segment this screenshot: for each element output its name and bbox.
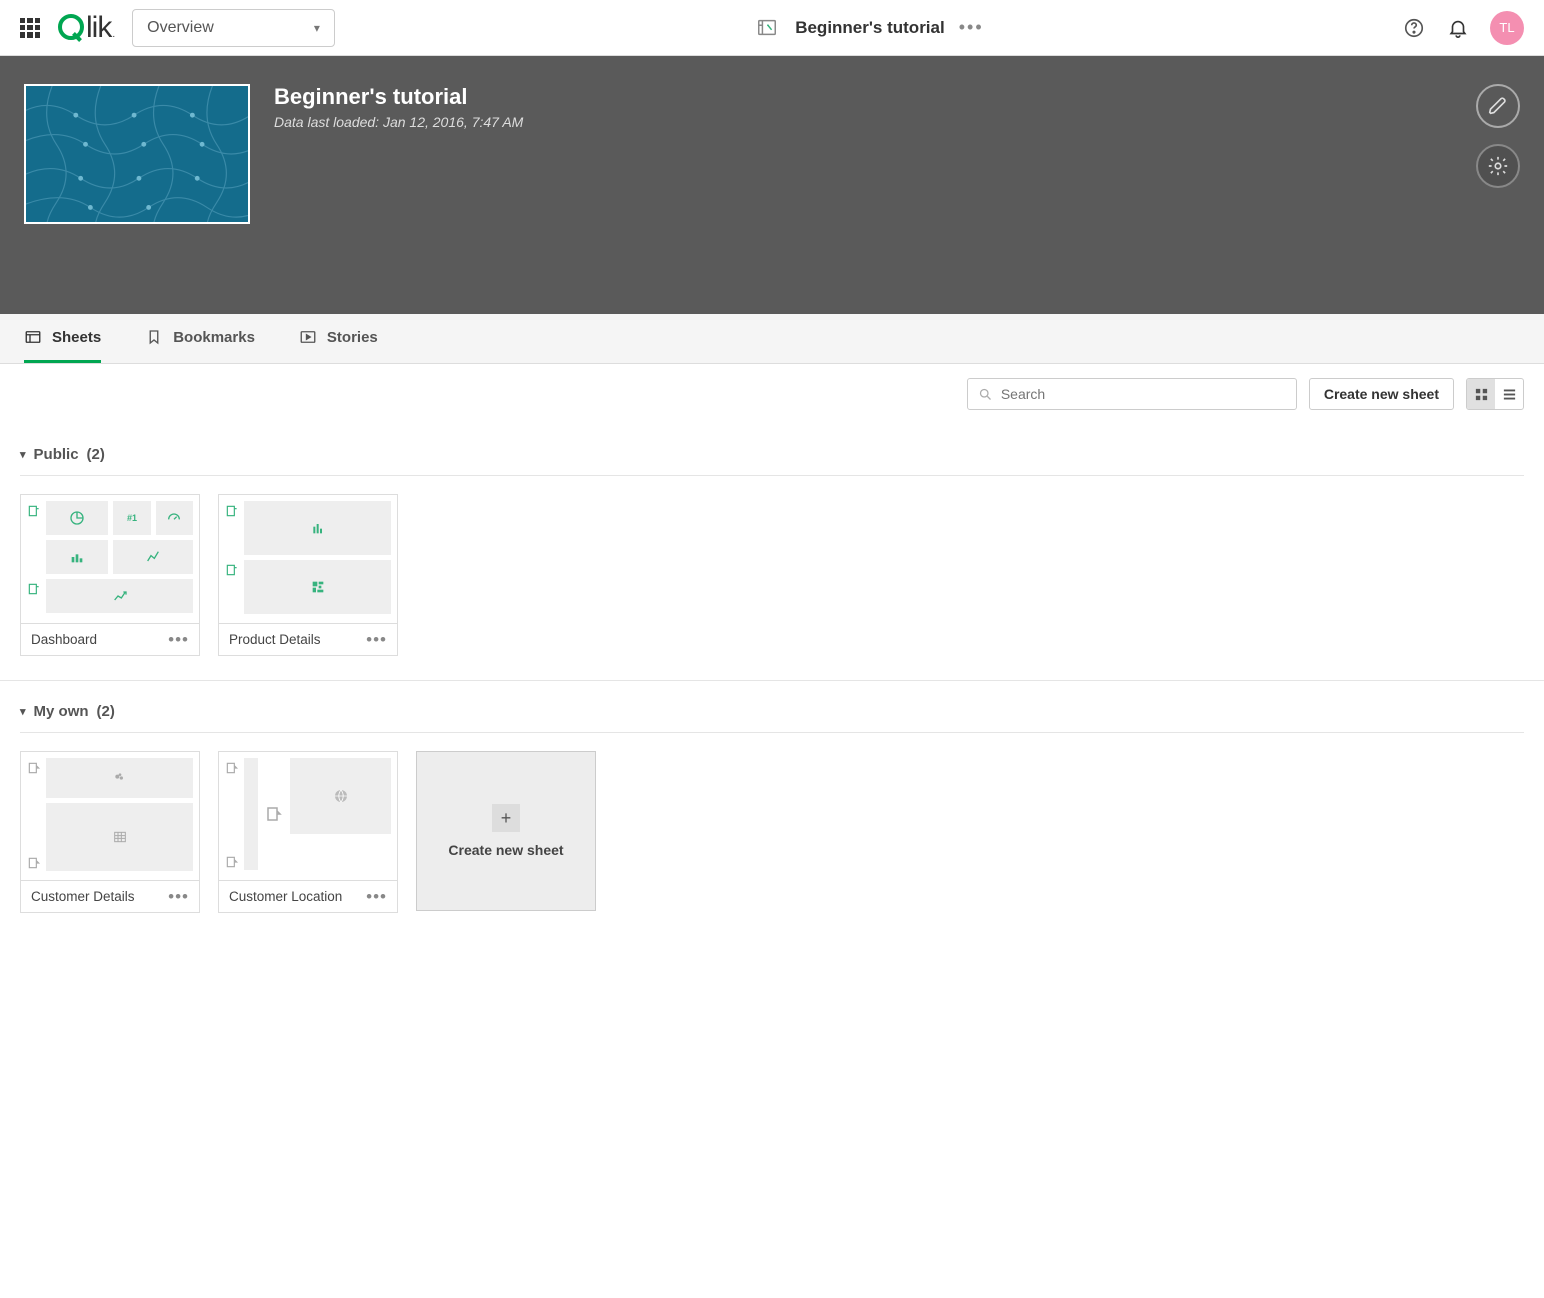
search-icon <box>978 387 993 402</box>
chevron-down-icon: ▾ <box>314 21 320 35</box>
logo-q-icon <box>58 14 84 40</box>
plus-icon: + <box>492 804 520 832</box>
sheet-card[interactable]: Customer Details ••• <box>20 751 200 913</box>
edit-button[interactable] <box>1476 84 1520 128</box>
myown-cards: Customer Details ••• Customer Location <box>20 733 1524 913</box>
tab-label: Stories <box>327 329 378 346</box>
sheet-preview <box>219 495 397 623</box>
grid-view-button[interactable] <box>1467 379 1495 409</box>
section-count: (2) <box>87 446 105 463</box>
list-view-button[interactable] <box>1495 379 1523 409</box>
app-overview-icon[interactable] <box>753 14 781 42</box>
section-public: ▾ Public (2) #1 <box>0 424 1544 680</box>
view-toggle <box>1466 378 1524 410</box>
card-footer: Dashboard ••• <box>21 623 199 655</box>
bell-icon[interactable] <box>1446 16 1470 40</box>
section-myown: ▾ My own (2) Customer Details ••• <box>0 681 1544 937</box>
create-sheet-button[interactable]: Create new sheet <box>1309 378 1454 410</box>
create-card-label: Create new sheet <box>448 842 563 858</box>
help-icon[interactable] <box>1402 16 1426 40</box>
public-cards: #1 Dashboard ••• <box>20 476 1524 656</box>
search-input[interactable] <box>1001 386 1286 402</box>
search-input-wrapper[interactable] <box>967 378 1297 410</box>
card-more-icon[interactable]: ••• <box>366 630 387 650</box>
app-title: Beginner's tutorial <box>795 18 945 38</box>
apps-grid-icon[interactable] <box>20 18 40 38</box>
section-header-public[interactable]: ▾ Public (2) <box>20 434 1524 476</box>
more-icon[interactable]: ••• <box>959 17 984 38</box>
hero-title: Beginner's tutorial <box>274 84 523 110</box>
tab-label: Sheets <box>52 329 101 346</box>
logo-text: lik <box>86 11 111 45</box>
hero-subtitle: Data last loaded: Jan 12, 2016, 7:47 AM <box>274 114 523 130</box>
tab-label: Bookmarks <box>173 329 255 346</box>
sheet-card[interactable]: Customer Location ••• <box>218 751 398 913</box>
section-count: (2) <box>97 703 115 720</box>
app-hero: Beginner's tutorial Data last loaded: Ja… <box>0 56 1544 314</box>
app-thumbnail[interactable] <box>24 84 250 224</box>
top-nav: lik. Overview ▾ Beginner's tutorial ••• … <box>0 0 1544 56</box>
content-tabs: Sheets Bookmarks Stories <box>0 314 1544 364</box>
tab-bookmarks[interactable]: Bookmarks <box>145 314 255 363</box>
card-footer: Customer Location ••• <box>219 880 397 912</box>
view-dropdown[interactable]: Overview ▾ <box>132 9 335 47</box>
user-avatar[interactable]: TL <box>1490 11 1524 45</box>
sheet-name: Dashboard <box>31 632 97 647</box>
sheet-preview: #1 <box>21 495 199 623</box>
sheet-toolbar: Create new sheet <box>0 364 1544 424</box>
sheet-preview <box>21 752 199 880</box>
card-more-icon[interactable]: ••• <box>168 887 189 907</box>
create-sheet-card[interactable]: + Create new sheet <box>416 751 596 911</box>
topbar-center: Beginner's tutorial ••• <box>353 14 1384 42</box>
tab-stories[interactable]: Stories <box>299 314 378 363</box>
sheet-card[interactable]: Product Details ••• <box>218 494 398 656</box>
section-label: My own <box>34 703 89 720</box>
sheet-preview <box>219 752 397 880</box>
qlik-logo[interactable]: lik. <box>58 11 114 45</box>
settings-button[interactable] <box>1476 144 1520 188</box>
section-header-myown[interactable]: ▾ My own (2) <box>20 691 1524 733</box>
hero-actions <box>1476 84 1520 188</box>
card-more-icon[interactable]: ••• <box>366 887 387 907</box>
topbar-right: TL <box>1402 11 1524 45</box>
sheet-name: Customer Details <box>31 889 135 904</box>
card-more-icon[interactable]: ••• <box>168 630 189 650</box>
chevron-down-icon: ▾ <box>20 448 26 461</box>
tab-sheets[interactable]: Sheets <box>24 314 101 363</box>
hero-text: Beginner's tutorial Data last loaded: Ja… <box>274 84 523 224</box>
card-footer: Customer Details ••• <box>21 880 199 912</box>
sheet-card[interactable]: #1 Dashboard ••• <box>20 494 200 656</box>
sheet-name: Product Details <box>229 632 321 647</box>
view-dropdown-label: Overview <box>147 19 214 37</box>
section-label: Public <box>34 446 79 463</box>
sheet-name: Customer Location <box>229 889 342 904</box>
chevron-down-icon: ▾ <box>20 705 26 718</box>
card-footer: Product Details ••• <box>219 623 397 655</box>
